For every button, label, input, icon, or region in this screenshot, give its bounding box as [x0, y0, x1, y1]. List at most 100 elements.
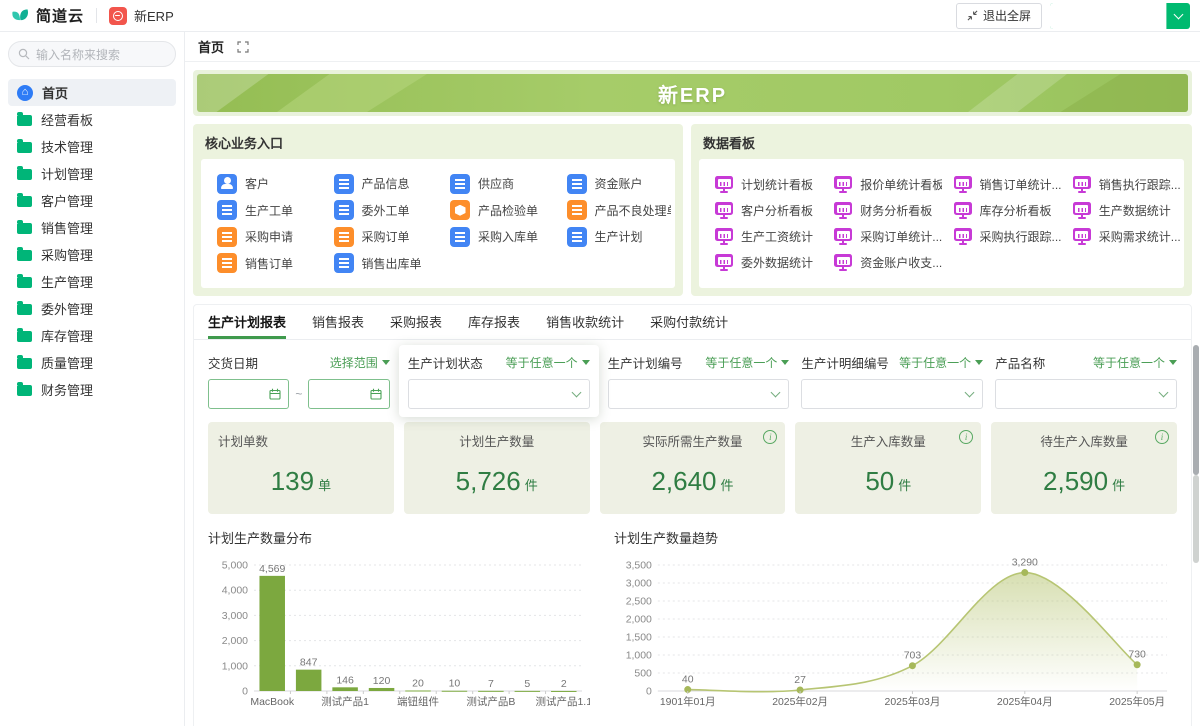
- svg-text:5,000: 5,000: [222, 560, 248, 572]
- sidebar-item-首页[interactable]: ⌂ 首页: [8, 79, 176, 106]
- dashboard-财务分析看板[interactable]: 财务分析看板: [822, 202, 941, 219]
- dashboard-报价单统计看板[interactable]: 报价单统计看板: [822, 176, 942, 193]
- install-template-label[interactable]: 安装模板(带数据): [1050, 2, 1166, 29]
- scrollbar-thumb[interactable]: [1193, 345, 1199, 475]
- dashboard-生产数据统计[interactable]: 生产数据统计: [1061, 202, 1180, 219]
- sidebar-item-采购管理[interactable]: 采购管理: [8, 241, 176, 268]
- svg-text:4,000: 4,000: [222, 585, 248, 597]
- entry-资金账户[interactable]: 资金账户: [555, 173, 672, 194]
- sidebar-item-经营看板[interactable]: 经营看板: [8, 106, 176, 133]
- report-tab-销售收款统计[interactable]: 销售收款统计: [546, 305, 624, 339]
- install-template-dropdown[interactable]: [1166, 2, 1190, 29]
- svg-text:2025年04月: 2025年04月: [997, 695, 1053, 708]
- document-icon: [566, 226, 587, 247]
- core-business-panel: 核心业务入口 客户 产品信息 供应商 资金账户 生产工单 委外工单 产品检验单 产品不良处理单…: [193, 124, 683, 296]
- entry-供应商[interactable]: 供应商: [438, 173, 555, 194]
- sidebar-item-质量管理[interactable]: 质量管理: [8, 349, 176, 376]
- entry-销售出库单[interactable]: 销售出库单: [322, 253, 439, 274]
- chevron-down-icon: [1173, 9, 1184, 19]
- document-icon: [450, 226, 470, 247]
- document-icon: [333, 173, 354, 194]
- filter-operator[interactable]: 等于任意一个: [1093, 354, 1177, 371]
- dashboard-委外数据统计[interactable]: 委外数据统计: [703, 254, 822, 271]
- sidebar-menu: ⌂ 首页 经营看板 技术管理 计划管理 客户管理销售管理采购管理 生产管理 委外管理 库存管理质…: [8, 79, 176, 403]
- svg-text:847: 847: [300, 657, 318, 669]
- report-tab-库存报表[interactable]: 库存报表: [468, 305, 520, 339]
- sidebar-item-销售管理[interactable]: 销售管理: [8, 214, 176, 241]
- caret-down-icon: [581, 360, 590, 369]
- app-name-tab[interactable]: 新ERP: [134, 6, 174, 25]
- filter-operator[interactable]: 等于任意一个: [705, 354, 790, 371]
- exit-fullscreen-button[interactable]: 退出全屏: [955, 2, 1042, 29]
- sidebar-item-生产管理[interactable]: 生产管理: [8, 268, 176, 295]
- filter-operator[interactable]: 等于任意一个: [506, 354, 590, 371]
- sidebar-item-技术管理[interactable]: 技术管理: [8, 133, 176, 160]
- topbar-divider: [96, 8, 98, 23]
- entry-生产工单[interactable]: 生产工单: [205, 200, 322, 221]
- filter-operator[interactable]: 等于任意一个: [899, 354, 984, 371]
- entry-委外工单[interactable]: 委外工单: [322, 200, 439, 221]
- dashboard-客户分析看板[interactable]: 客户分析看板: [703, 202, 822, 219]
- svg-text:2025年03月: 2025年03月: [885, 695, 941, 708]
- date-start-input[interactable]: [208, 379, 290, 409]
- dashboard-采购订单统计...[interactable]: 采购订单统计...: [822, 228, 942, 245]
- dashboard-资金账户收支...[interactable]: 资金账户收支...: [822, 254, 942, 271]
- dashboard-label: 采购执行跟踪...: [979, 230, 1061, 244]
- dashboard-销售执行跟踪...[interactable]: 销售执行跟踪...: [1061, 176, 1180, 193]
- brand-logo: 简道云: [10, 5, 84, 26]
- filter-label: 生产计明细编号: [801, 357, 889, 371]
- search-input[interactable]: 输入名称来搜索: [8, 41, 176, 67]
- report-tab-销售报表[interactable]: 销售报表: [312, 305, 364, 339]
- dashboard-销售订单统计...[interactable]: 销售订单统计...: [942, 176, 1061, 193]
- filter-operator[interactable]: 选择范围: [330, 354, 390, 371]
- entry-生产计划[interactable]: 生产计划: [555, 226, 672, 247]
- entry-产品检验单[interactable]: 产品检验单: [438, 200, 555, 221]
- expand-fullscreen-icon[interactable]: [237, 40, 249, 53]
- document-icon: [217, 253, 237, 274]
- entry-产品不良处理单[interactable]: 产品不良处理单: [555, 200, 671, 221]
- dashboard-label: 计划统计看板: [741, 178, 814, 192]
- report-tab-采购报表[interactable]: 采购报表: [390, 305, 442, 339]
- entry-产品信息[interactable]: 产品信息: [322, 173, 439, 194]
- dashboard-生产工资统计[interactable]: 生产工资统计: [703, 228, 822, 245]
- dashboard-库存分析看板[interactable]: 库存分析看板: [942, 202, 1061, 219]
- banner: 新ERP: [193, 70, 1192, 116]
- sidebar-item-库存管理[interactable]: 库存管理: [8, 322, 176, 349]
- date-end-input[interactable]: [308, 379, 390, 409]
- entry-采购订单[interactable]: 采购订单: [322, 226, 439, 247]
- document-icon: [333, 200, 354, 221]
- dashboard-采购执行跟踪...[interactable]: 采购执行跟踪...: [942, 228, 1061, 245]
- tab-home[interactable]: 首页: [198, 37, 224, 56]
- entry-采购申请[interactable]: 采购申请: [205, 226, 322, 247]
- report-tab-采购付款统计[interactable]: 采购付款统计: [650, 305, 728, 339]
- sidebar-item-委外管理[interactable]: 委外管理: [8, 295, 176, 322]
- dashboard-label: 委外数据统计: [741, 256, 814, 270]
- entry-客户[interactable]: 客户: [205, 173, 322, 194]
- sidebar-item-财务管理[interactable]: 财务管理: [8, 376, 176, 403]
- sidebar-item-计划管理[interactable]: 计划管理: [8, 160, 176, 187]
- svg-text:MacBook: MacBook: [250, 696, 295, 708]
- entry-采购入库单[interactable]: 采购入库单: [438, 226, 555, 247]
- select-input[interactable]: [801, 379, 984, 409]
- dashboard-计划统计看板[interactable]: 计划统计看板: [703, 176, 822, 193]
- svg-text:2,000: 2,000: [626, 614, 652, 625]
- select-input[interactable]: [407, 379, 590, 409]
- sidebar-item-label: 销售管理: [41, 221, 94, 236]
- monitor-chart-icon: [834, 254, 853, 271]
- sidebar-item-客户管理[interactable]: 客户管理: [8, 187, 176, 214]
- scrollbar-thumb-secondary[interactable]: [1193, 475, 1199, 563]
- monitor-chart-icon: [834, 202, 853, 219]
- select-input[interactable]: [607, 379, 790, 409]
- dashboard-采购需求统计...[interactable]: 采购需求统计...: [1061, 228, 1180, 245]
- entry-销售订单[interactable]: 销售订单: [205, 253, 322, 274]
- stat-number: 2,590: [1043, 466, 1109, 496]
- filter-head: 产品名称 等于任意一个: [995, 353, 1177, 372]
- filter-交货日期: 交货日期 选择范围 ~: [208, 353, 390, 409]
- install-template-split-button[interactable]: 安装模板(带数据): [1050, 2, 1190, 29]
- select-input[interactable]: [995, 379, 1177, 409]
- report-tab-生产计划报表[interactable]: 生产计划报表: [208, 305, 287, 339]
- chevron-down-icon: [964, 387, 975, 398]
- info-icon[interactable]: i: [1154, 430, 1169, 444]
- stat-value: 139 单: [208, 466, 394, 497]
- document-icon: [217, 200, 237, 221]
